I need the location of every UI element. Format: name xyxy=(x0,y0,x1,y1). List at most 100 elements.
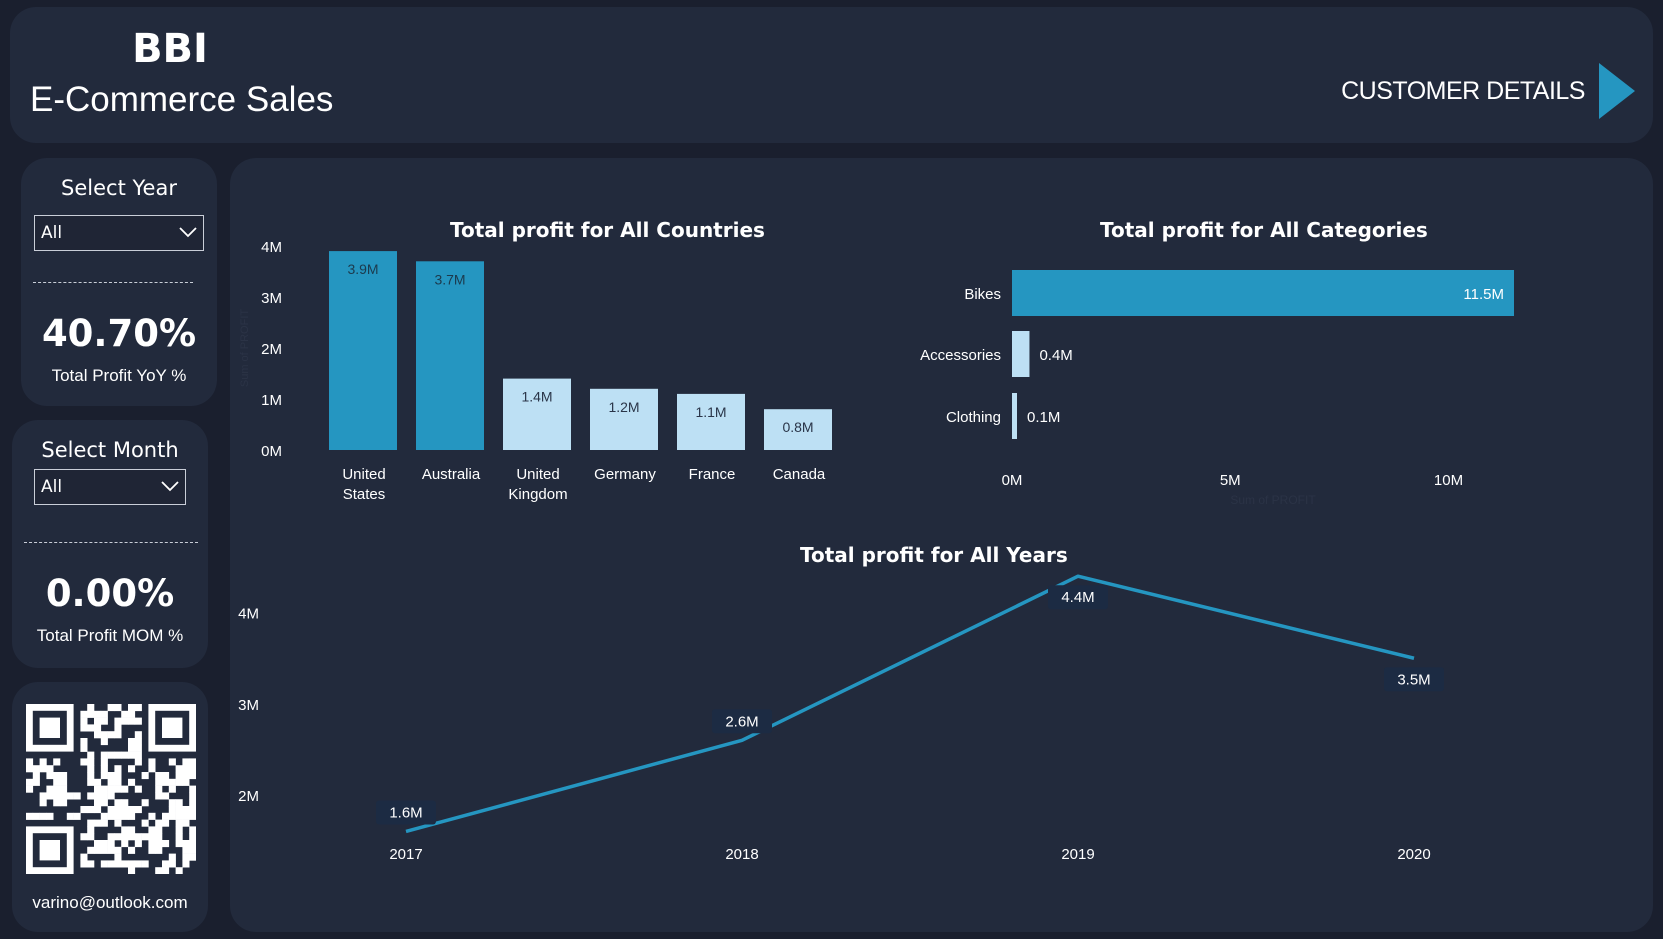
qr-module xyxy=(175,840,183,848)
bar xyxy=(677,393,745,450)
qr-module xyxy=(182,819,190,827)
qr-module xyxy=(80,853,88,861)
qr-module xyxy=(60,785,68,793)
qr-module xyxy=(94,799,102,807)
qr-module xyxy=(46,772,54,780)
qr-module xyxy=(189,806,196,814)
qr-module xyxy=(155,840,163,848)
qr-module xyxy=(148,826,156,834)
qr-module xyxy=(148,846,156,854)
countries-bar-chart: 0M 1M 2M 3M 4M Sum of PROFIT 3.9M United States 3… xyxy=(239,239,832,503)
qr-module xyxy=(26,785,34,793)
qr-module xyxy=(128,826,136,834)
qr-module xyxy=(134,744,142,752)
qr-module xyxy=(175,819,183,827)
qr-module xyxy=(134,758,142,766)
qr-module xyxy=(100,751,108,759)
qr-module xyxy=(128,710,136,718)
qr-finder xyxy=(39,717,60,738)
qr-module xyxy=(182,853,190,861)
divider xyxy=(24,542,198,543)
yoy-kpi-value: 40.70% xyxy=(41,312,197,355)
qr-module xyxy=(26,765,34,773)
qr-module xyxy=(80,833,88,841)
data-label: 3.7M xyxy=(434,271,465,287)
x-tick-label: 2018 xyxy=(725,846,758,863)
qr-module xyxy=(87,860,95,868)
qr-code-image xyxy=(26,704,196,874)
data-label: 4.4M xyxy=(1061,589,1094,606)
qr-module xyxy=(39,792,47,800)
qr-module xyxy=(94,846,102,854)
qr-module xyxy=(114,819,122,827)
qr-module xyxy=(134,731,142,739)
qr-module xyxy=(182,806,190,814)
bar xyxy=(1012,331,1030,377)
qr-module xyxy=(168,758,176,766)
qr-module xyxy=(141,819,149,827)
x-tick-label: 0M xyxy=(1002,472,1023,489)
qr-module xyxy=(134,717,142,725)
customer-details-label: CUSTOMER DETAILS xyxy=(1341,76,1585,105)
qr-module xyxy=(26,758,34,766)
divider xyxy=(33,282,193,283)
qr-module xyxy=(73,792,81,800)
qr-module xyxy=(148,765,156,773)
qr-module xyxy=(53,772,61,780)
qr-module xyxy=(121,826,129,834)
qr-module xyxy=(148,812,156,820)
qr-module xyxy=(94,778,102,786)
x-tick-label: Canada xyxy=(773,466,826,483)
header-panel: BBI E-Commerce Sales CUSTOMER DETAILS xyxy=(10,7,1653,143)
qr-module xyxy=(94,731,102,739)
qr-module xyxy=(39,799,47,807)
x-tick-label: States xyxy=(343,486,386,503)
qr-module xyxy=(94,819,102,827)
qr-module xyxy=(121,812,129,820)
qr-module xyxy=(100,840,108,848)
qr-module xyxy=(128,778,136,786)
qr-module xyxy=(128,867,136,874)
qr-module xyxy=(107,731,115,739)
qr-module xyxy=(80,744,88,752)
x-tick-label: United xyxy=(342,466,385,483)
qr-module xyxy=(107,812,115,820)
qr-module xyxy=(94,785,102,793)
qr-module xyxy=(100,812,108,820)
qr-module xyxy=(141,799,149,807)
qr-module xyxy=(94,792,102,800)
qr-module xyxy=(60,778,68,786)
qr-module xyxy=(134,704,142,712)
qr-finder xyxy=(39,840,60,861)
data-label: 0.1M xyxy=(1027,409,1060,426)
year-filter-label: Select Year xyxy=(61,176,177,200)
qr-module xyxy=(141,833,149,841)
qr-module xyxy=(114,799,122,807)
years-line-chart: 2M 3M 4M 1.6M 2017 2.6M 2018 4.4M 2019 3.5M 2020 xyxy=(238,574,1444,863)
qr-module xyxy=(66,812,74,820)
qr-module xyxy=(155,819,163,827)
month-select[interactable]: All xyxy=(34,469,186,505)
qr-module xyxy=(107,840,115,848)
qr-module xyxy=(114,765,122,773)
qr-module xyxy=(121,860,129,868)
qr-module xyxy=(128,806,136,814)
qr-module xyxy=(94,806,102,814)
customer-details-button[interactable]: CUSTOMER DETAILS xyxy=(1341,63,1635,119)
data-label: 0.8M xyxy=(782,419,813,435)
qr-module xyxy=(128,738,136,746)
qr-module xyxy=(168,799,176,807)
qr-module xyxy=(53,792,61,800)
qr-module xyxy=(100,731,108,739)
qr-module xyxy=(121,751,129,759)
qr-module xyxy=(128,812,136,820)
qr-module xyxy=(189,833,196,841)
qr-module xyxy=(87,710,95,718)
y-tick-label: Accessories xyxy=(920,347,1001,364)
qr-module xyxy=(189,812,196,820)
qr-module xyxy=(73,812,81,820)
year-filter-card: Select Year All 40.70% Total Profit YoY … xyxy=(21,158,217,406)
qr-module xyxy=(114,846,122,854)
qr-module xyxy=(128,744,136,752)
year-select[interactable]: All xyxy=(34,215,204,251)
